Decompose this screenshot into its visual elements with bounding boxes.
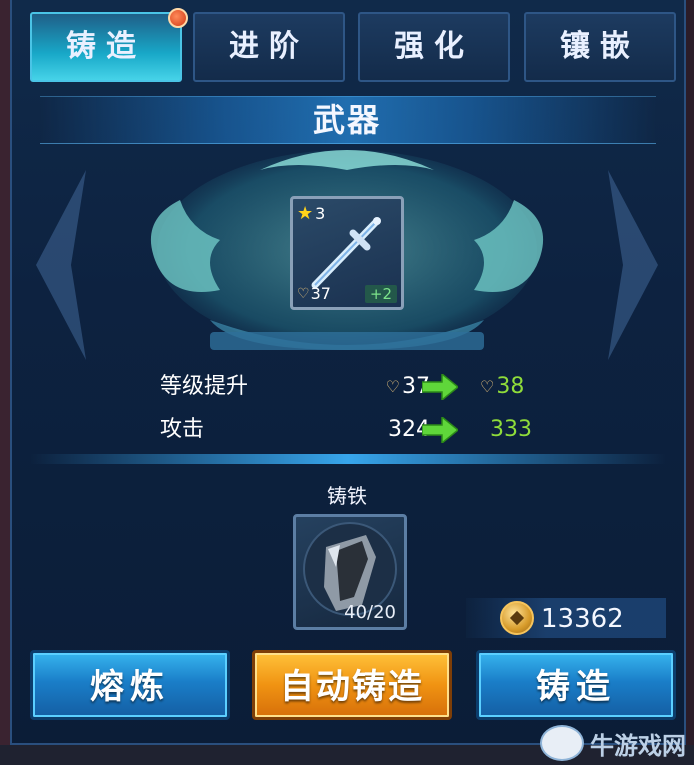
level-heart-icon: ♡ [385,377,400,396]
watermark-text: 牛游戏网 [590,731,686,760]
tab-inlay[interactable]: 镶嵌 [524,12,676,82]
tab-advance[interactable]: 进阶 [193,12,345,82]
stat-current: ♡ 37 [350,370,430,404]
stat-row-attack: 攻击 324 333 [160,413,560,447]
stat-next-value: 333 [490,417,532,442]
material-count: 40/20 [344,602,396,623]
stat-row-level: 等级提升 ♡ 37 ♡ 38 [160,370,560,404]
stat-next-value: 38 [496,374,525,399]
panel-title: 武器 [312,101,381,139]
level-heart-icon: ♡ [297,285,310,302]
item-level: ♡ 37 [297,284,331,303]
stat-next: 333 [490,413,532,447]
section-divider [30,454,666,464]
smelt-button[interactable]: 熔炼 [30,650,230,720]
tab-advance-label: 进阶 [229,29,309,64]
green-arrow-icon [422,374,458,400]
tab-forge-label: 铸造 [66,29,146,64]
tab-enhance-label: 强化 [394,29,474,64]
watermark-logo-icon [540,725,584,761]
weapon-slot[interactable]: ★ 3 ♡ 37 +2 [290,196,404,310]
green-arrow-icon [422,417,458,443]
forge-button[interactable]: 铸造 [476,650,676,720]
item-enhance-badge: +2 [364,285,397,303]
coin-value: 13362 [541,604,624,634]
stat-next: ♡ 38 [480,370,524,404]
tab-inlay-label: 镶嵌 [560,29,640,64]
material-slot[interactable]: 40/20 [293,514,407,630]
coin-icon [500,601,534,635]
stat-current: 324 [350,413,430,447]
material-label: 铸铁 [327,484,367,508]
level-heart-icon: ♡ [480,377,495,396]
stat-label: 攻击 [160,417,205,442]
tab-forge[interactable]: 铸造 [30,8,188,82]
auto-forge-button[interactable]: 自动铸造 [252,650,452,720]
tab-bar: 铸造 进阶 强化 镶嵌 [30,8,676,84]
watermark: 牛游戏网 [540,725,686,761]
item-level-value: 37 [310,284,331,303]
stat-label: 等级提升 [160,374,249,399]
tab-enhance[interactable]: 强化 [358,12,510,82]
notification-dot-icon [168,8,188,28]
